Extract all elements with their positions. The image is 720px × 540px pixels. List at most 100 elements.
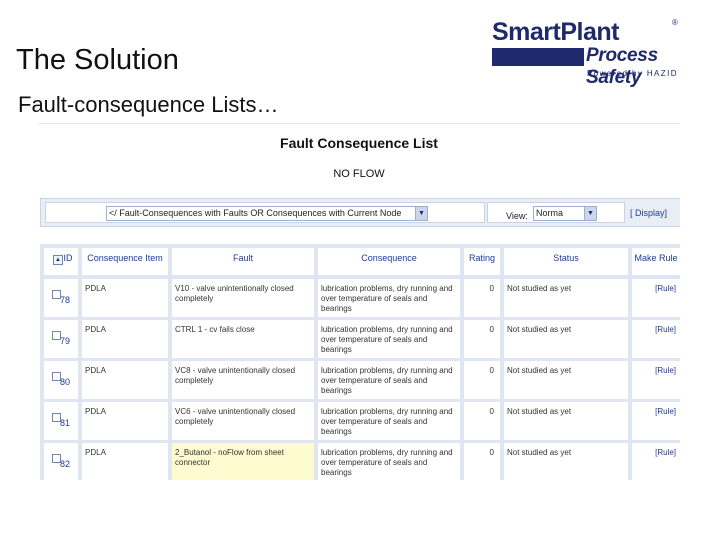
row-consequence-text: lubrication problems, dry running and ov… [321, 284, 453, 313]
row-fault: V10 - valve unintentionally closed compl… [172, 279, 314, 317]
row-consequence: lubrication problems, dry running and ov… [318, 443, 460, 480]
row-id: 81 [44, 402, 78, 440]
row-consequence-item: PDLA [82, 402, 168, 440]
row-fault: 2_Butanol - noFlow from sheet connector [172, 443, 314, 480]
row-rating-text: 0 [489, 448, 494, 457]
row-id-number: 78 [60, 295, 71, 305]
row-rule-link[interactable]: [Rule] [632, 361, 680, 399]
row-fault-text: VC6 - valve unintentionally closed compl… [175, 407, 296, 426]
row-fault: VC8 - valve unintentionally closed compl… [172, 361, 314, 399]
row-rating-text: 0 [489, 325, 494, 334]
row-status: Not studied as yet [504, 402, 628, 440]
row-rating-text: 0 [489, 366, 494, 375]
logo-bar [492, 48, 584, 66]
row-consequence-item: PDLA [82, 361, 168, 399]
row-status: Not studied as yet [504, 361, 628, 399]
row-consequence-text: lubrication problems, dry running and ov… [321, 325, 453, 354]
chevron-down-icon[interactable]: ▼ [584, 207, 596, 220]
display-link[interactable]: [ Display] [630, 208, 667, 218]
row-rule-link-text[interactable]: [Rule] [632, 361, 680, 376]
smartplant-logo: SmartPlant ® Process Safety Powered by H… [492, 18, 714, 88]
row-rating-text: 0 [489, 284, 494, 293]
header-make-rule[interactable]: Make Rule [632, 248, 680, 275]
row-fault-text: 2_Butanol - noFlow from sheet connector [175, 448, 284, 467]
row-consequence-item-text: PDLA [85, 284, 106, 293]
row-consequence-item-text: PDLA [85, 407, 106, 416]
row-consequence-item-text: PDLA [85, 448, 106, 457]
logo-registered-mark: ® [672, 18, 678, 27]
row-fault: VC6 - valve unintentionally closed compl… [172, 402, 314, 440]
query-cell: </ Fault-Consequences with Faults OR Con… [45, 202, 485, 223]
row-id-number: 80 [60, 377, 71, 387]
header-status[interactable]: Status [504, 248, 628, 275]
fault-consequence-panel: Fault Consequence List NO FLOW </ Fault-… [38, 123, 680, 480]
row-rule-link[interactable]: [Rule] [632, 402, 680, 440]
logo-product: Process Safety [586, 45, 658, 88]
row-consequence: lubrication problems, dry running and ov… [318, 402, 460, 440]
display-cell: [ Display] [627, 202, 680, 223]
row-rule-link-text[interactable]: [Rule] [632, 402, 680, 417]
row-fault-text: CTRL 1 - cv fails close [175, 325, 255, 334]
row-fault-text: V10 - valve unintentionally closed compl… [175, 284, 294, 303]
row-rule-link[interactable]: [Rule] [632, 279, 680, 317]
row-rating: 0 [464, 443, 500, 480]
query-select[interactable]: </ Fault-Consequences with Faults OR Con… [106, 206, 428, 221]
row-status-text: Not studied as yet [507, 284, 572, 293]
sort-icon[interactable]: ▲ [53, 255, 63, 265]
row-rating-text: 0 [489, 407, 494, 416]
slide-subtitle: Fault-consequence Lists… [18, 92, 279, 117]
row-fault-text: VC8 - valve unintentionally closed compl… [175, 366, 296, 385]
row-id: 82 [44, 443, 78, 480]
row-status-text: Not studied as yet [507, 366, 572, 375]
row-status-text: Not studied as yet [507, 407, 572, 416]
row-consequence-item-text: PDLA [85, 325, 106, 334]
header-rating[interactable]: Rating [464, 248, 500, 275]
row-consequence-item: PDLA [82, 443, 168, 480]
header-consequence[interactable]: Consequence [318, 248, 460, 275]
view-label: View: [506, 211, 528, 221]
list-title: Fault Consequence List [280, 135, 438, 151]
row-fault: CTRL 1 - cv fails close [172, 320, 314, 358]
row-rating: 0 [464, 320, 500, 358]
row-rating: 0 [464, 279, 500, 317]
row-consequence-text: lubrication problems, dry running and ov… [321, 407, 453, 436]
row-consequence-item: PDLA [82, 320, 168, 358]
query-select-value: </ Fault-Consequences with Faults OR Con… [109, 208, 402, 218]
row-id: 79 [44, 320, 78, 358]
header-id[interactable]: ▲ ID [44, 248, 78, 275]
row-consequence-item: PDLA [82, 279, 168, 317]
row-rule-link-text[interactable]: [Rule] [632, 320, 680, 335]
row-id: 78 [44, 279, 78, 317]
row-rule-link[interactable]: [Rule] [632, 320, 680, 358]
row-consequence-item-text: PDLA [85, 366, 106, 375]
row-status-text: Not studied as yet [507, 448, 572, 457]
row-status: Not studied as yet [504, 320, 628, 358]
view-select-value: Norma [536, 208, 564, 218]
logo-name: SmartPlant [492, 18, 619, 46]
row-consequence: lubrication problems, dry running and ov… [318, 320, 460, 358]
chevron-down-icon[interactable]: ▼ [415, 207, 427, 220]
row-rating: 0 [464, 402, 500, 440]
row-id-number: 81 [60, 418, 71, 428]
row-status: Not studied as yet [504, 443, 628, 480]
fault-consequence-table: ▲ ID Consequence Item Fault Consequence … [40, 244, 680, 480]
row-rating: 0 [464, 361, 500, 399]
logo-powered-by: Powered by HAZID [587, 69, 678, 78]
row-rule-link[interactable]: [Rule] [632, 443, 680, 480]
row-consequence: lubrication problems, dry running and ov… [318, 361, 460, 399]
row-id: 80 [44, 361, 78, 399]
header-consequence-item[interactable]: Consequence Item [82, 248, 168, 275]
slide-title: The Solution [16, 44, 179, 76]
row-id-number: 82 [60, 459, 71, 469]
node-name: NO FLOW [333, 168, 385, 180]
view-cell: View: Norma ▼ [487, 202, 625, 223]
row-consequence-text: lubrication problems, dry running and ov… [321, 448, 453, 477]
row-rule-link-text[interactable]: [Rule] [632, 279, 680, 294]
view-select[interactable]: Norma ▼ [533, 206, 597, 221]
header-fault[interactable]: Fault [172, 248, 314, 275]
row-rule-link-text[interactable]: [Rule] [632, 443, 680, 458]
row-id-number: 79 [60, 336, 71, 346]
row-consequence-text: lubrication problems, dry running and ov… [321, 366, 453, 395]
row-consequence: lubrication problems, dry running and ov… [318, 279, 460, 317]
row-status-text: Not studied as yet [507, 325, 572, 334]
